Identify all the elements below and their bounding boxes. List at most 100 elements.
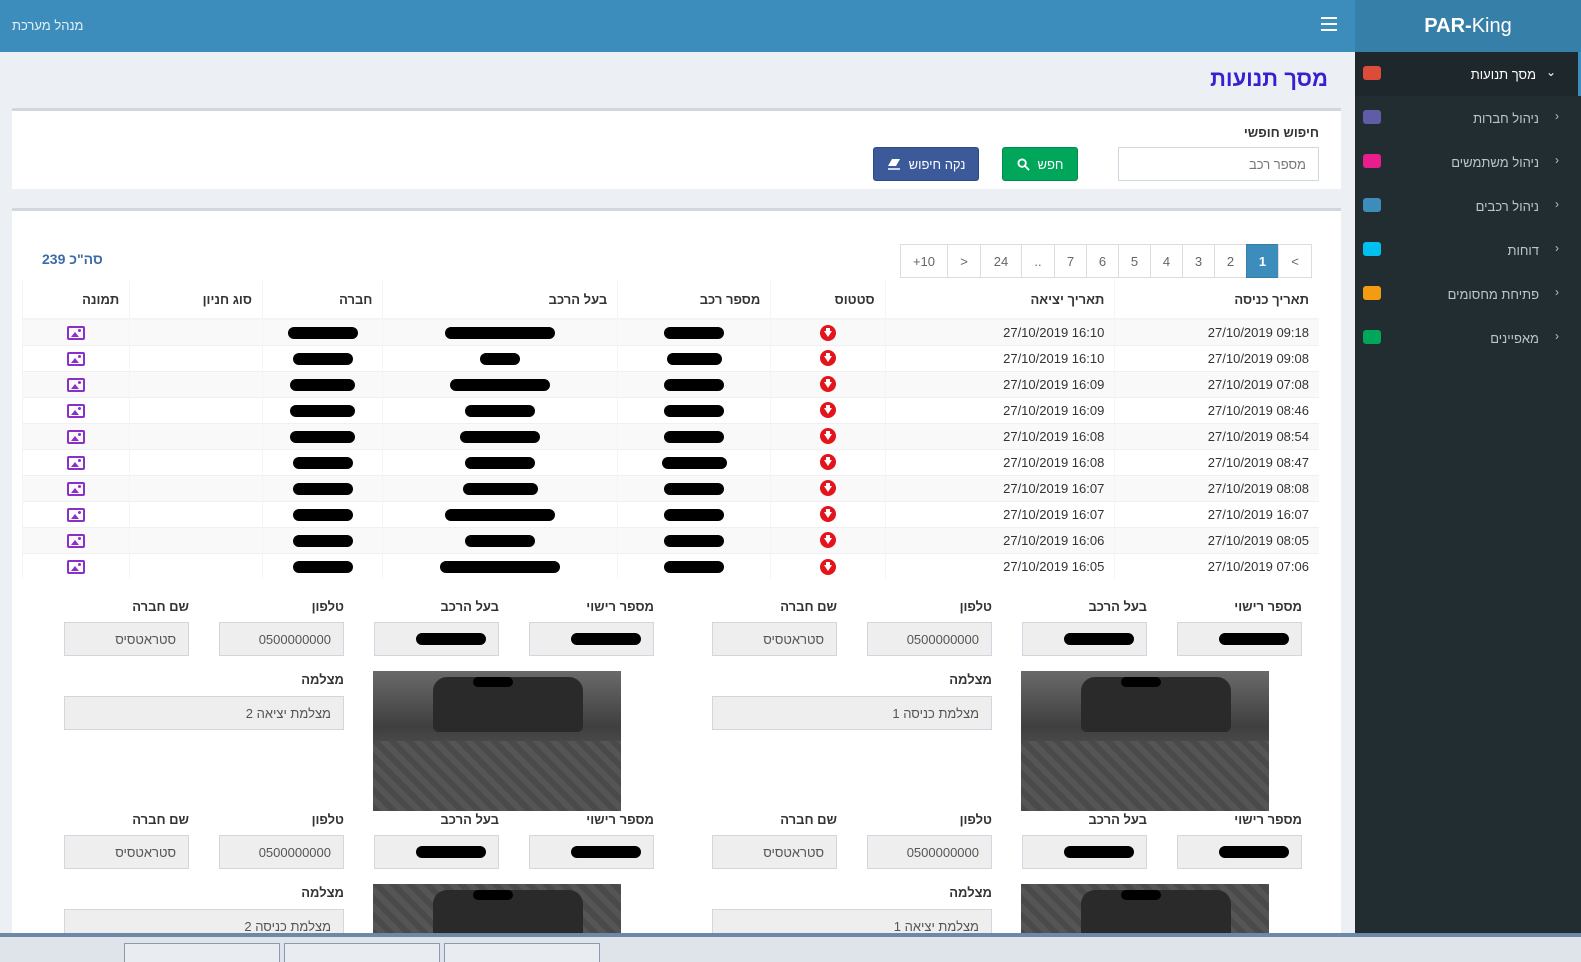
image-cell[interactable] [21,500,130,527]
company-cell [261,396,383,423]
vehicle-number-search-input[interactable] [1118,147,1319,181]
sidebar-item-label: ניהול חברות [1473,111,1539,126]
table-row[interactable]: 27/10/2019 08:05 27/10/2019 16:06 [21,526,1319,553]
image-cell[interactable] [21,318,130,345]
image-cell[interactable] [21,396,130,423]
sidebar-item-6[interactable]: מאפיינים ‹ [1355,316,1581,360]
redacted-text [664,561,725,574]
sidebar-item-label: פתיחת מחסומים [1447,287,1539,302]
taskbar-item[interactable] [30,943,60,962]
table-row[interactable]: 27/10/2019 07:06 27/10/2019 16:05 [21,552,1319,579]
vehicle-number-cell [617,448,771,475]
movements-table: תאריך כניסה תאריך יציאה סטטוס מספר רכב בעל ה… [21,281,1319,579]
sidebar-item-3[interactable]: ניהול רכבים ‹ [1355,184,1581,228]
column-header[interactable]: סוג חניון [129,281,263,320]
page-link[interactable]: 2 [1214,244,1247,278]
column-header[interactable]: תאריך כניסה [1114,281,1319,320]
road-surface [373,741,621,811]
user-menu[interactable]: מנהל מערכת [12,18,83,33]
exit-date: 27/10/2019 16:09 [884,396,1115,423]
status-cell [770,396,886,423]
exit-date: 27/10/2019 16:10 [884,318,1115,345]
table-row[interactable]: 27/10/2019 08:46 27/10/2019 16:09 [21,396,1319,423]
page-link[interactable]: 4 [1150,244,1183,278]
sidebar-item-1[interactable]: ניהול חברות ‹ [1355,96,1581,140]
sidebar-item-2[interactable]: ניהול משתמשים ‹ [1355,140,1581,184]
page-link[interactable]: 7 [1054,244,1087,278]
clear-search-button[interactable]: נקה חיפוש [873,147,979,181]
redacted-text [290,431,356,444]
column-header[interactable]: תמונה [21,281,130,320]
image-icon[interactable] [67,403,86,418]
image-cell[interactable] [21,422,130,449]
column-header[interactable]: תאריך יציאה [884,281,1115,320]
license-field [529,835,654,869]
owner-cell [382,448,618,475]
sidebar-item-5[interactable]: פתיחת מחסומים ‹ [1355,272,1581,316]
taskbar-item[interactable] [444,943,600,962]
redacted-text [664,535,725,548]
table-row[interactable]: 27/10/2019 09:08 27/10/2019 16:10 [21,344,1319,371]
exit-date: 27/10/2019 16:05 [884,552,1115,579]
redacted-text [292,353,353,366]
page-link[interactable]: 5 [1118,244,1151,278]
sidebar-item-0[interactable]: מסך תנועות ⌄ [1355,52,1581,96]
sidebar-item-label: מסך תנועות [1470,67,1536,82]
page-link[interactable]: 24 [980,244,1022,278]
image-icon[interactable] [67,377,86,392]
table-row[interactable]: 27/10/2019 07:08 27/10/2019 16:09 [21,370,1319,397]
table-row[interactable]: 27/10/2019 08:47 27/10/2019 16:08 [21,448,1319,475]
redacted-plate [473,677,513,687]
table-row[interactable]: 27/10/2019 08:54 27/10/2019 16:08 [21,422,1319,449]
status-cell [770,344,886,371]
image-icon[interactable] [67,429,86,444]
table-row[interactable]: 27/10/2019 16:07 27/10/2019 16:07 [21,500,1319,527]
chevron-left-icon: ‹ [1555,285,1559,299]
image-icon[interactable] [67,481,86,496]
redacted-text [440,561,561,574]
page-link[interactable]: .. [1021,244,1055,278]
menu-toggle-icon[interactable] [1321,17,1337,33]
sidebar-item-4[interactable]: דוחות ‹ [1355,228,1581,272]
image-icon[interactable] [67,455,86,470]
table-row[interactable]: 27/10/2019 08:08 27/10/2019 16:07 [21,474,1319,501]
image-icon[interactable] [67,507,86,522]
redacted-text [480,353,521,366]
redacted-text [664,483,725,496]
camera-snapshot[interactable] [373,671,621,811]
page-link[interactable]: 6 [1086,244,1119,278]
image-icon[interactable] [67,560,86,575]
column-header[interactable]: חברה [261,281,383,320]
image-icon[interactable] [67,351,86,366]
image-cell[interactable] [21,474,130,501]
table-row[interactable]: 27/10/2019 09:18 27/10/2019 16:10 [21,318,1319,345]
page-link[interactable]: 1 [1246,244,1279,278]
column-header[interactable]: מספר רכב [617,281,771,320]
page-link[interactable]: > [947,244,981,278]
search-button[interactable]: חפש [1002,147,1078,181]
building-icon [1363,110,1381,124]
parking-type-cell [129,500,263,527]
vehicle-number-cell [617,422,771,449]
chevron-left-icon: ‹ [1555,241,1559,255]
image-icon[interactable] [67,326,86,341]
image-cell[interactable] [21,448,130,475]
taskbar-item[interactable] [124,943,280,962]
camera-snapshot[interactable] [373,884,621,936]
image-cell[interactable] [21,370,130,397]
image-cell[interactable] [21,344,130,371]
app-logo[interactable]: PAR-King [1355,0,1581,52]
parking-type-cell [129,448,263,475]
column-header[interactable]: סטטוס [770,281,886,320]
entry-date: 27/10/2019 16:07 [1114,500,1319,527]
page-link[interactable]: +10 [900,244,948,278]
page-link[interactable]: < [1278,244,1312,278]
image-cell[interactable] [21,552,130,579]
column-header[interactable]: בעל הרכב [382,281,618,320]
taskbar-item[interactable] [284,943,440,962]
page-link[interactable]: 3 [1182,244,1215,278]
image-cell[interactable] [21,526,130,553]
arrow-down-circle-icon [819,506,836,523]
image-icon[interactable] [67,533,86,548]
company-cell [261,526,383,553]
